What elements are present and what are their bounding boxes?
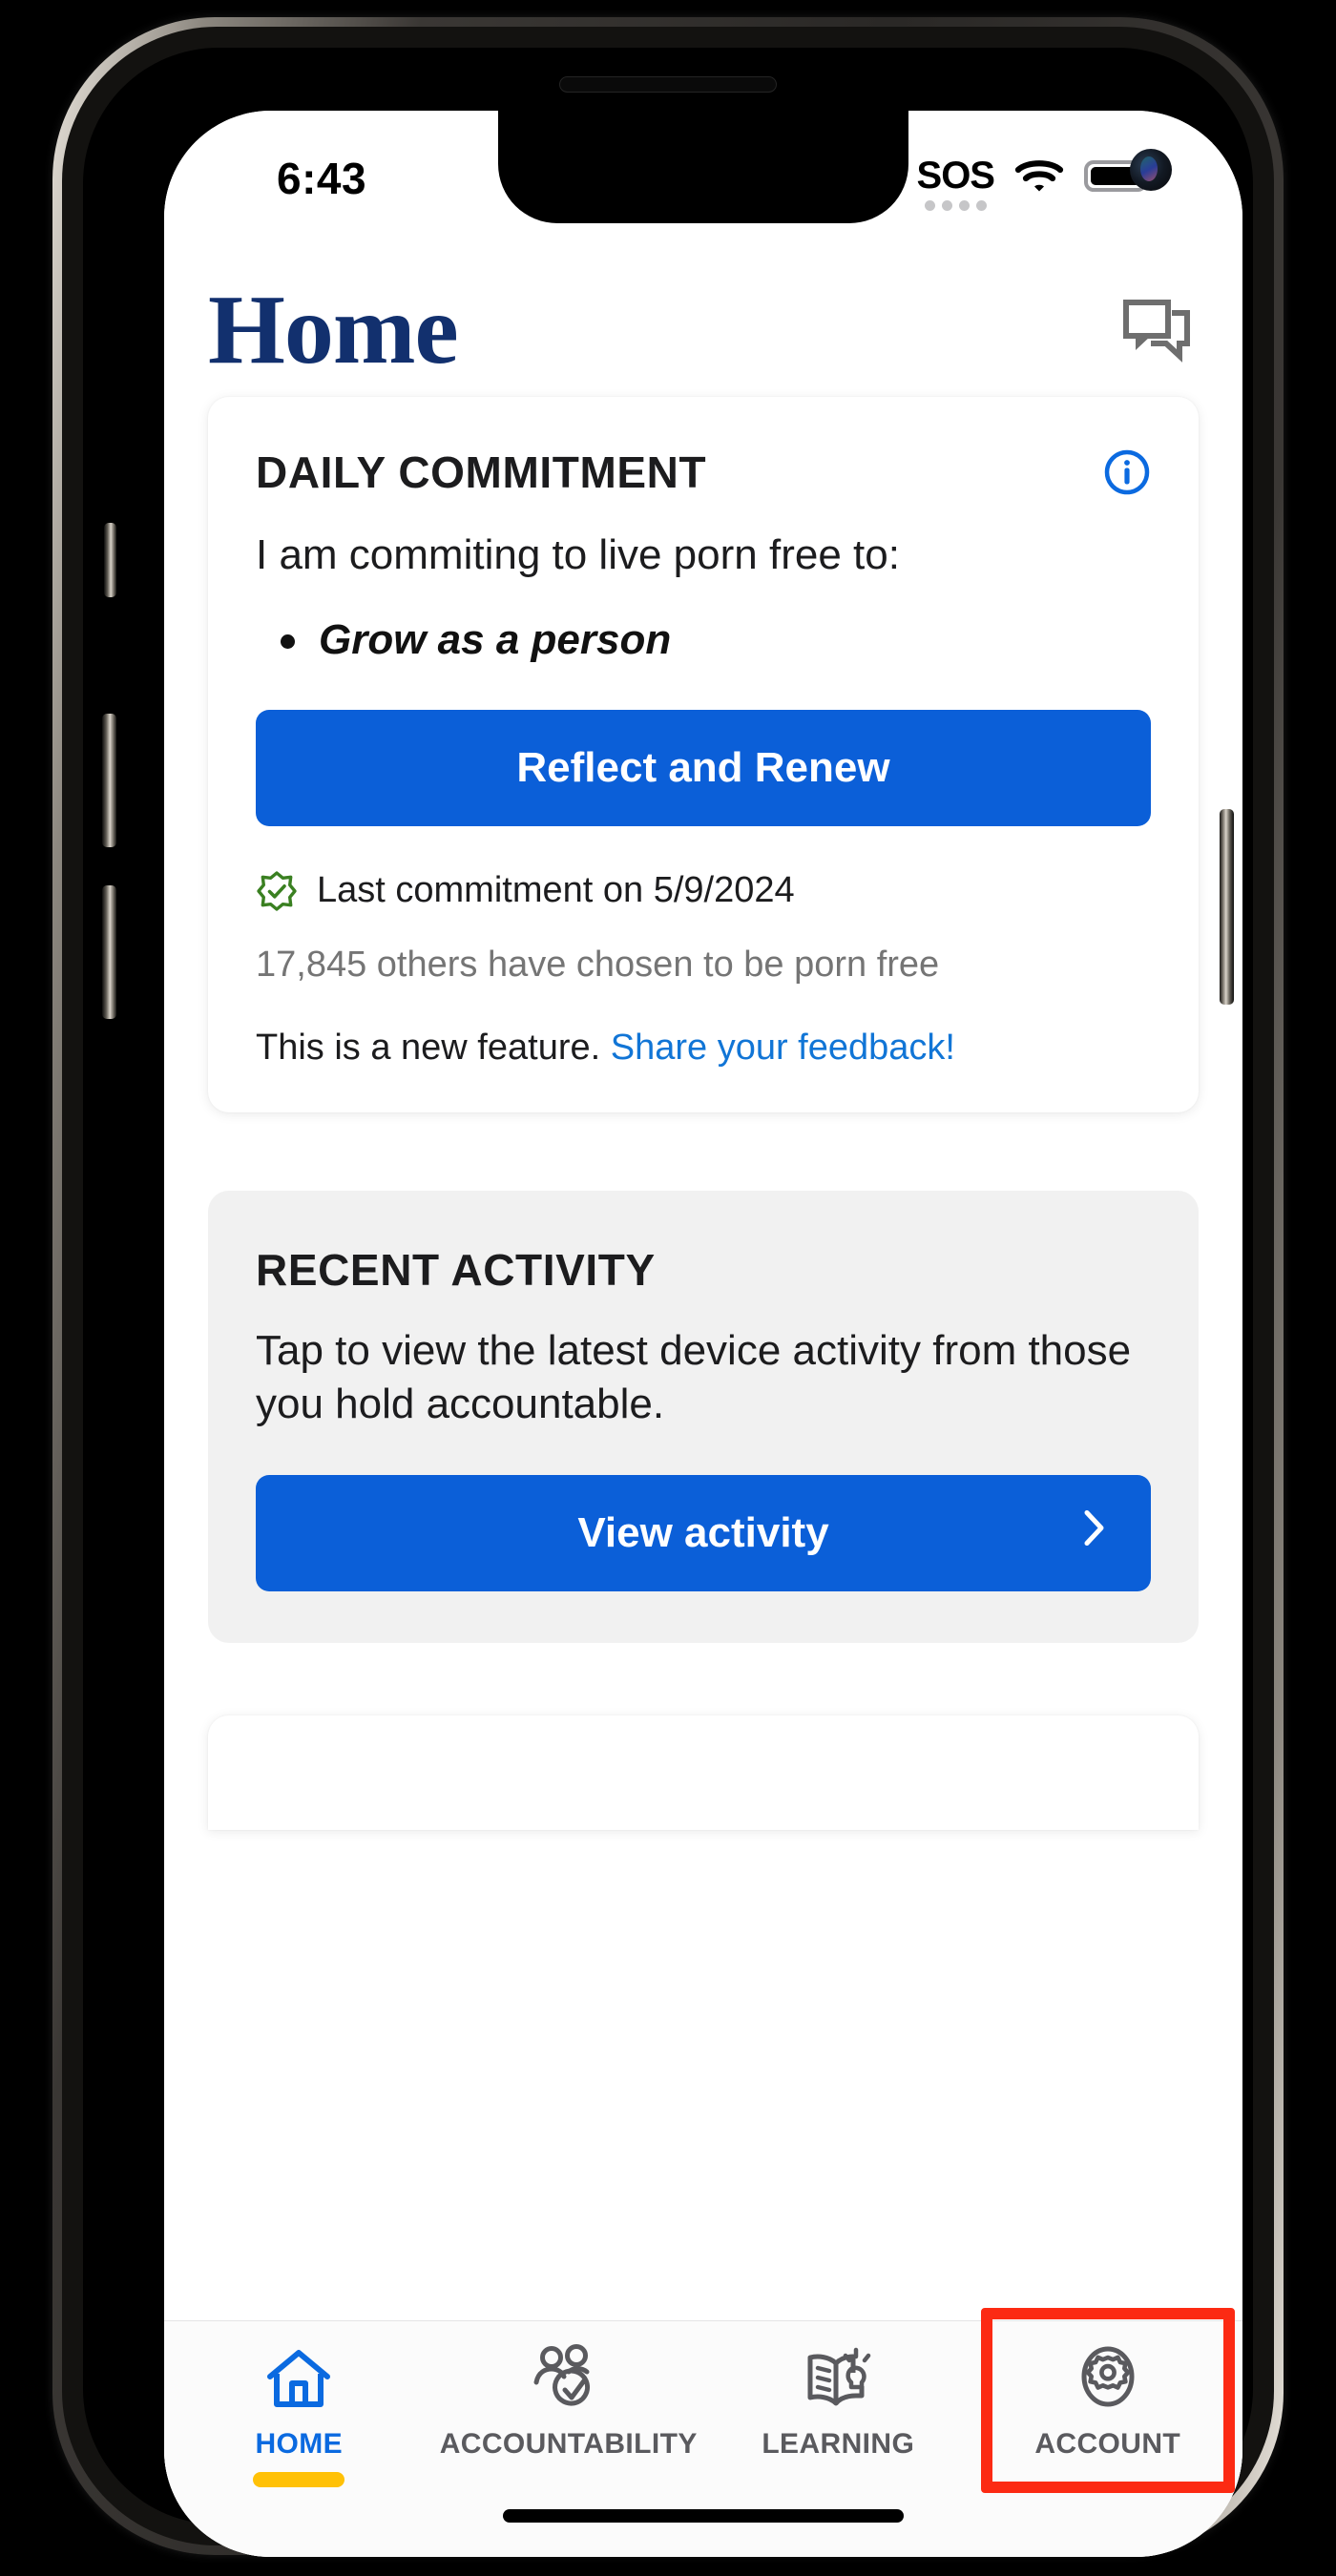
sos-label: SOS xyxy=(916,155,995,197)
daily-commitment-card: DAILY COMMITMENT I am commiting to live … xyxy=(208,397,1199,1112)
info-circle-icon[interactable] xyxy=(1103,448,1151,496)
view-activity-label: View activity xyxy=(577,1509,829,1557)
active-tab-underline xyxy=(253,2472,345,2487)
phone-bezel: Home DAILY COMMITMENT I am commiting to … xyxy=(83,48,1253,2557)
tab-home-label: HOME xyxy=(255,2428,344,2460)
view-activity-button[interactable]: View activity xyxy=(256,1475,1151,1592)
earpiece-speaker xyxy=(559,76,777,93)
last-commitment-row: Last commitment on 5/9/2024 xyxy=(256,870,1151,912)
tab-accountability-label: ACCOUNTABILITY xyxy=(439,2428,698,2460)
signal-dots xyxy=(924,200,987,211)
tab-learning[interactable]: LEARNING xyxy=(703,2321,973,2461)
feature-feedback-line: This is a new feature. Share your feedba… xyxy=(256,1028,1151,1069)
share-feedback-link[interactable]: Share your feedback! xyxy=(611,1028,955,1068)
verified-check-icon xyxy=(256,870,298,912)
daily-commitment-title: DAILY COMMITMENT xyxy=(256,447,707,497)
others-count-text: 17,845 others have chosen to be porn fre… xyxy=(256,944,940,985)
mute-switch-button[interactable] xyxy=(104,523,116,597)
daily-commitment-header: DAILY COMMITMENT xyxy=(256,447,1151,498)
feature-note-text: This is a new feature. xyxy=(256,1027,601,1068)
dynamic-island xyxy=(498,111,908,223)
page-title: Home xyxy=(208,275,459,384)
app-header: Home xyxy=(164,254,1242,406)
next-card-partial[interactable] xyxy=(208,1715,1199,1831)
volume-up-button[interactable] xyxy=(102,714,116,847)
tab-account-label: ACCOUNT xyxy=(1034,2428,1181,2460)
reflect-and-renew-button[interactable]: Reflect and Renew xyxy=(256,709,1151,826)
chevron-right-icon xyxy=(1082,1507,1107,1560)
sos-indicator: SOS xyxy=(916,155,995,211)
signal-dot xyxy=(924,200,935,211)
status-icons: SOS xyxy=(916,155,1154,211)
recent-activity-title: RECENT ACTIVITY xyxy=(256,1244,656,1295)
commitment-goal-list: Grow as a person xyxy=(256,613,1151,666)
power-button[interactable] xyxy=(1220,809,1234,1005)
phone-screen: Home DAILY COMMITMENT I am commiting to … xyxy=(164,111,1242,2557)
phone-frame: Home DAILY COMMITMENT I am commiting to … xyxy=(52,17,1284,2557)
recent-activity-card[interactable]: RECENT ACTIVITY Tap to view the latest d… xyxy=(208,1190,1199,1644)
gear-shield-icon xyxy=(1072,2342,1144,2415)
list-item: Grow as a person xyxy=(281,613,1151,666)
status-time: 6:43 xyxy=(277,154,367,203)
recent-activity-description: Tap to view the latest device activity f… xyxy=(256,1326,1132,1428)
tab-accountability[interactable]: ACCOUNTABILITY xyxy=(434,2321,704,2461)
tab-learning-label: LEARNING xyxy=(762,2428,915,2460)
people-check-icon xyxy=(531,2342,607,2415)
front-camera-icon xyxy=(1130,149,1172,191)
home-icon xyxy=(262,2342,335,2415)
phone-frame-inner: Home DAILY COMMITMENT I am commiting to … xyxy=(62,27,1274,2557)
screenshot-stage: Home DAILY COMMITMENT I am commiting to … xyxy=(0,0,1336,2576)
volume-down-button[interactable] xyxy=(102,885,116,1019)
commitment-lead-text: I am commiting to live porn free to: xyxy=(256,531,900,578)
tab-account[interactable]: ACCOUNT xyxy=(973,2308,1243,2493)
chat-bubbles-icon[interactable] xyxy=(1122,297,1193,364)
content-scroll[interactable]: DAILY COMMITMENT I am commiting to live … xyxy=(164,397,1242,2557)
app-root: Home DAILY COMMITMENT I am commiting to … xyxy=(164,111,1242,2557)
signal-dot xyxy=(958,200,970,211)
book-lightbulb-icon xyxy=(802,2342,874,2415)
wifi-icon xyxy=(1014,158,1064,195)
last-commitment-text: Last commitment on 5/9/2024 xyxy=(317,870,795,911)
home-indicator[interactable] xyxy=(503,2509,904,2523)
signal-dot xyxy=(975,200,987,211)
signal-dot xyxy=(941,200,952,211)
reflect-and-renew-label: Reflect and Renew xyxy=(516,743,890,791)
tab-home[interactable]: HOME xyxy=(164,2321,434,2487)
